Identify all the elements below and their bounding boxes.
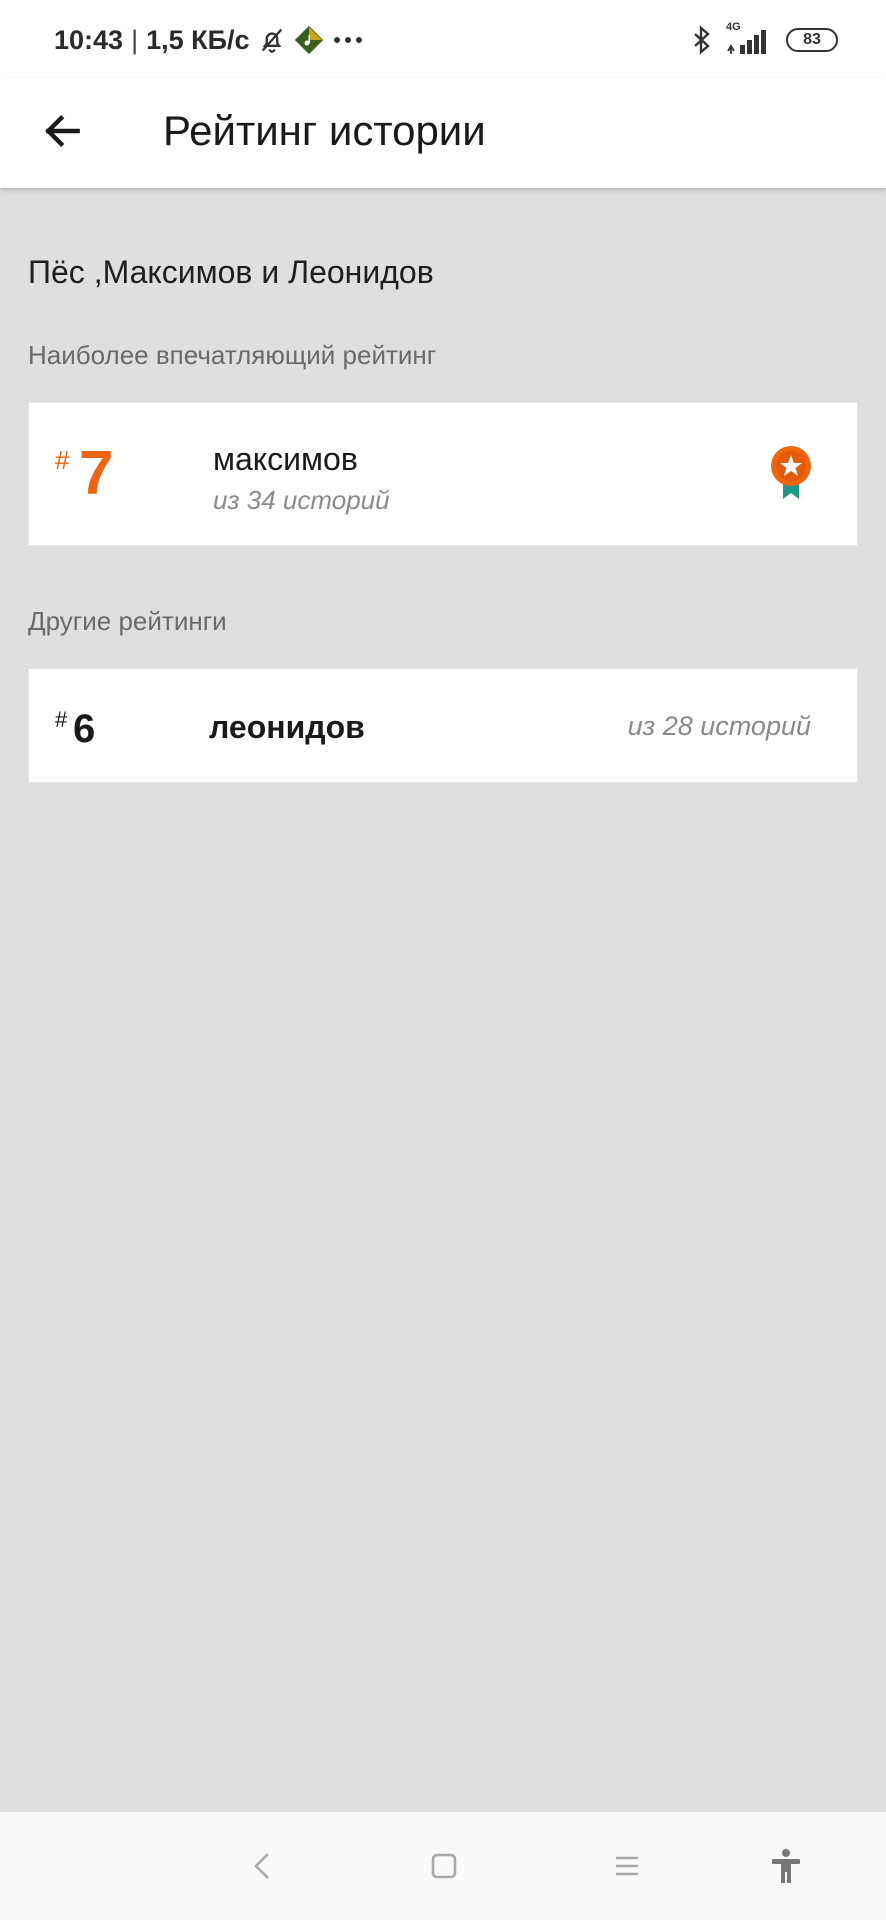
story-count: из 28 историй (627, 711, 811, 741)
tag-name: леонидов (209, 709, 365, 745)
tag-name: максимов (213, 441, 358, 477)
status-bar: 10:43 | 1,5 КБ/с 4G 83 (0, 0, 886, 78)
bluetooth-icon (690, 25, 714, 55)
other-section-label: Другие рейтинги (28, 606, 227, 636)
nav-back-button[interactable] (238, 1842, 286, 1890)
battery-icon: 83 (786, 28, 838, 52)
featured-rating-card[interactable]: # 7 максимов из 34 историй (28, 402, 858, 546)
rank-number: 7 (79, 439, 114, 508)
back-nav-icon (254, 1853, 269, 1879)
nav-recents-button[interactable] (603, 1842, 651, 1890)
story-count: из 34 историй (213, 485, 390, 515)
battery-level: 83 (803, 31, 821, 48)
system-nav-bar (0, 1812, 886, 1920)
status-left: 10:43 | 1,5 КБ/с (54, 22, 364, 58)
back-button[interactable] (30, 98, 96, 164)
recents-nav-icon (616, 1856, 638, 1876)
signal-icon: 4G (726, 21, 774, 55)
nav-home-button[interactable] (420, 1842, 468, 1890)
more-dots-icon (332, 35, 364, 45)
rank-hash: # (55, 707, 68, 732)
home-nav-icon (431, 1853, 457, 1879)
accessibility-icon (772, 1849, 800, 1883)
network-speed: 1,5 КБ/с (146, 24, 250, 55)
page-title: Рейтинг истории (163, 107, 486, 154)
featured-section-label: Наиболее впечатляющий рейтинг (28, 340, 437, 370)
app-bar: Рейтинг истории (0, 78, 886, 188)
rating-list-item[interactable]: # 6 леонидов из 28 историй (28, 668, 858, 783)
story-title: Пёс ,Максимов и Леонидов (28, 254, 434, 290)
arrow-left-icon (45, 115, 80, 147)
bell-off-icon (258, 26, 286, 54)
rank-hash: # (55, 445, 70, 475)
nav-accessibility-button[interactable] (762, 1842, 810, 1890)
status-right: 4G 83 (690, 21, 838, 58)
status-separator: | (131, 24, 139, 55)
award-badge-icon (769, 445, 813, 501)
music-app-icon (294, 25, 324, 55)
rank-number: 6 (73, 707, 96, 751)
status-time: 10:43 (54, 24, 124, 55)
